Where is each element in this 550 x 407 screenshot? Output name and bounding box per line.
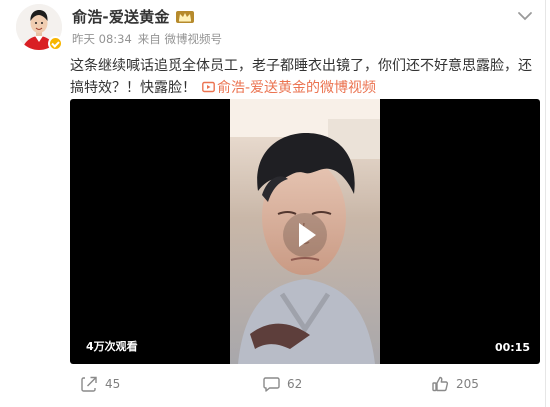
- share-button[interactable]: 45: [81, 376, 120, 392]
- crown-icon[interactable]: [175, 9, 195, 25]
- card-divider: [545, 0, 546, 407]
- like-count: 205: [456, 377, 479, 391]
- view-count: 4万次观看: [86, 340, 138, 353]
- author-row: 俞浩-爱送黄金: [72, 6, 195, 27]
- like-button[interactable]: 205: [432, 376, 479, 392]
- more-options-button[interactable]: [516, 8, 534, 22]
- comment-icon: [263, 377, 280, 392]
- play-button[interactable]: [281, 211, 329, 259]
- avatar[interactable]: [16, 4, 63, 51]
- video-duration: 00:15: [494, 341, 530, 354]
- comment-count: 62: [287, 377, 303, 391]
- video-link-label: 俞浩-爱送黄金的微博视频: [217, 80, 377, 96]
- verified-badge-icon: [48, 36, 63, 51]
- play-icon: [283, 213, 327, 257]
- thumbs-up-icon: [432, 376, 449, 392]
- post-source: 来自 微博视频号: [137, 32, 222, 46]
- comment-button[interactable]: 62: [263, 376, 302, 392]
- chevron-down-icon: [518, 12, 532, 21]
- video-link[interactable]: 俞浩-爱送黄金的微博视频: [202, 80, 376, 96]
- post-time[interactable]: 昨天 08:34: [72, 31, 132, 47]
- post-meta: 昨天 08:34 来自 微博视频号: [72, 31, 222, 47]
- video-link-icon: [202, 78, 215, 93]
- post-actions: 45 62 205: [0, 376, 545, 400]
- author-name[interactable]: 俞浩-爱送黄金: [72, 6, 170, 27]
- weibo-post-card: 俞浩-爱送黄金 昨天 08:34 来自 微博视频号 这条继续喊话追觅全体员工，老…: [0, 0, 550, 407]
- share-icon: [81, 376, 97, 392]
- post-body: 这条继续喊话追觅全体员工，老子都睡衣出镜了，你们还不好意思露脸，还搞特效？！快露…: [70, 55, 532, 99]
- share-count: 45: [105, 377, 121, 391]
- video-player[interactable]: 4万次观看 00:15: [70, 99, 540, 364]
